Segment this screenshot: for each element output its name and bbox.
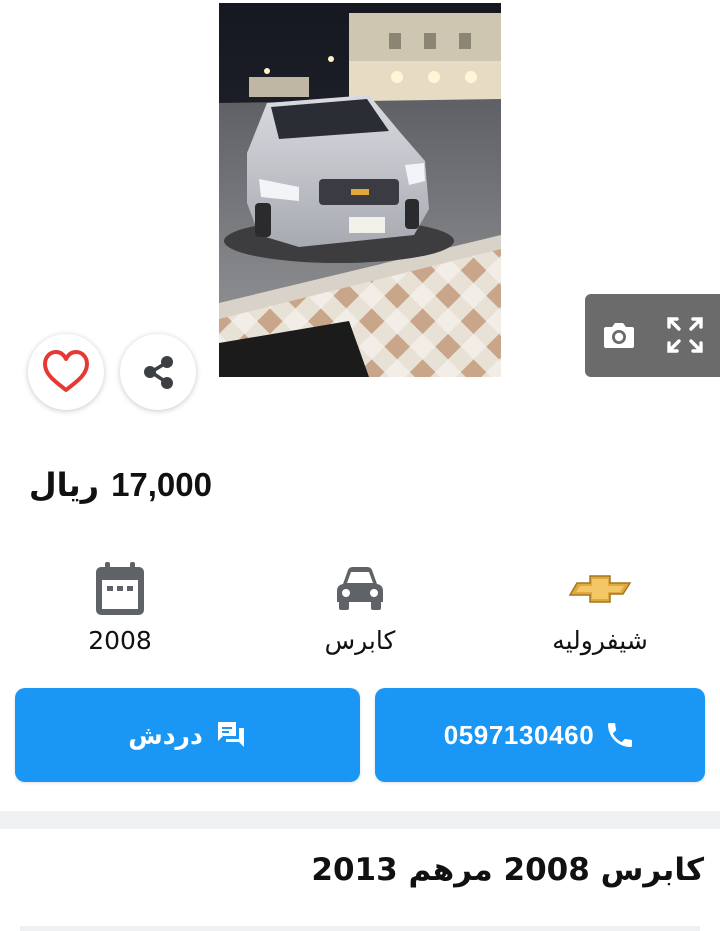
price: 17,000 ريال xyxy=(29,466,212,512)
spec-model-label: كابرس xyxy=(324,626,396,655)
phone-number: 0597130460 xyxy=(443,719,595,750)
price-amount: 17,000 xyxy=(111,466,212,503)
price-currency: ريال xyxy=(28,466,100,504)
bottom-divider xyxy=(20,926,700,931)
photo-gallery[interactable] xyxy=(0,0,720,410)
chevrolet-logo xyxy=(568,575,632,603)
spec-make: شيفروليه xyxy=(510,560,690,655)
ad-title: كابرس 2008 مرهم 2013 xyxy=(311,852,704,888)
chat-button-label: دردش xyxy=(128,720,203,750)
heart-icon xyxy=(43,350,89,392)
chat-icon xyxy=(217,722,244,747)
car-photo-illustration xyxy=(219,3,501,377)
phone-icon xyxy=(608,723,633,747)
share-button[interactable] xyxy=(120,334,196,410)
section-divider xyxy=(0,811,720,829)
car-photo[interactable] xyxy=(219,3,501,377)
calendar-icon xyxy=(96,562,144,615)
chat-button[interactable]: دردش xyxy=(15,688,360,782)
fullscreen-icon[interactable] xyxy=(663,313,707,357)
media-controls xyxy=(585,294,720,377)
spec-make-label: شيفروليه xyxy=(552,626,648,655)
camera-icon[interactable] xyxy=(597,313,641,357)
car-icon xyxy=(337,567,383,610)
spec-year: 2008 xyxy=(30,560,210,655)
spec-year-label: 2008 xyxy=(88,626,152,655)
spec-model: كابرس xyxy=(270,560,450,655)
favorite-button[interactable] xyxy=(28,334,104,410)
share-icon xyxy=(144,356,173,389)
call-button[interactable]: 0597130460 xyxy=(375,688,705,782)
